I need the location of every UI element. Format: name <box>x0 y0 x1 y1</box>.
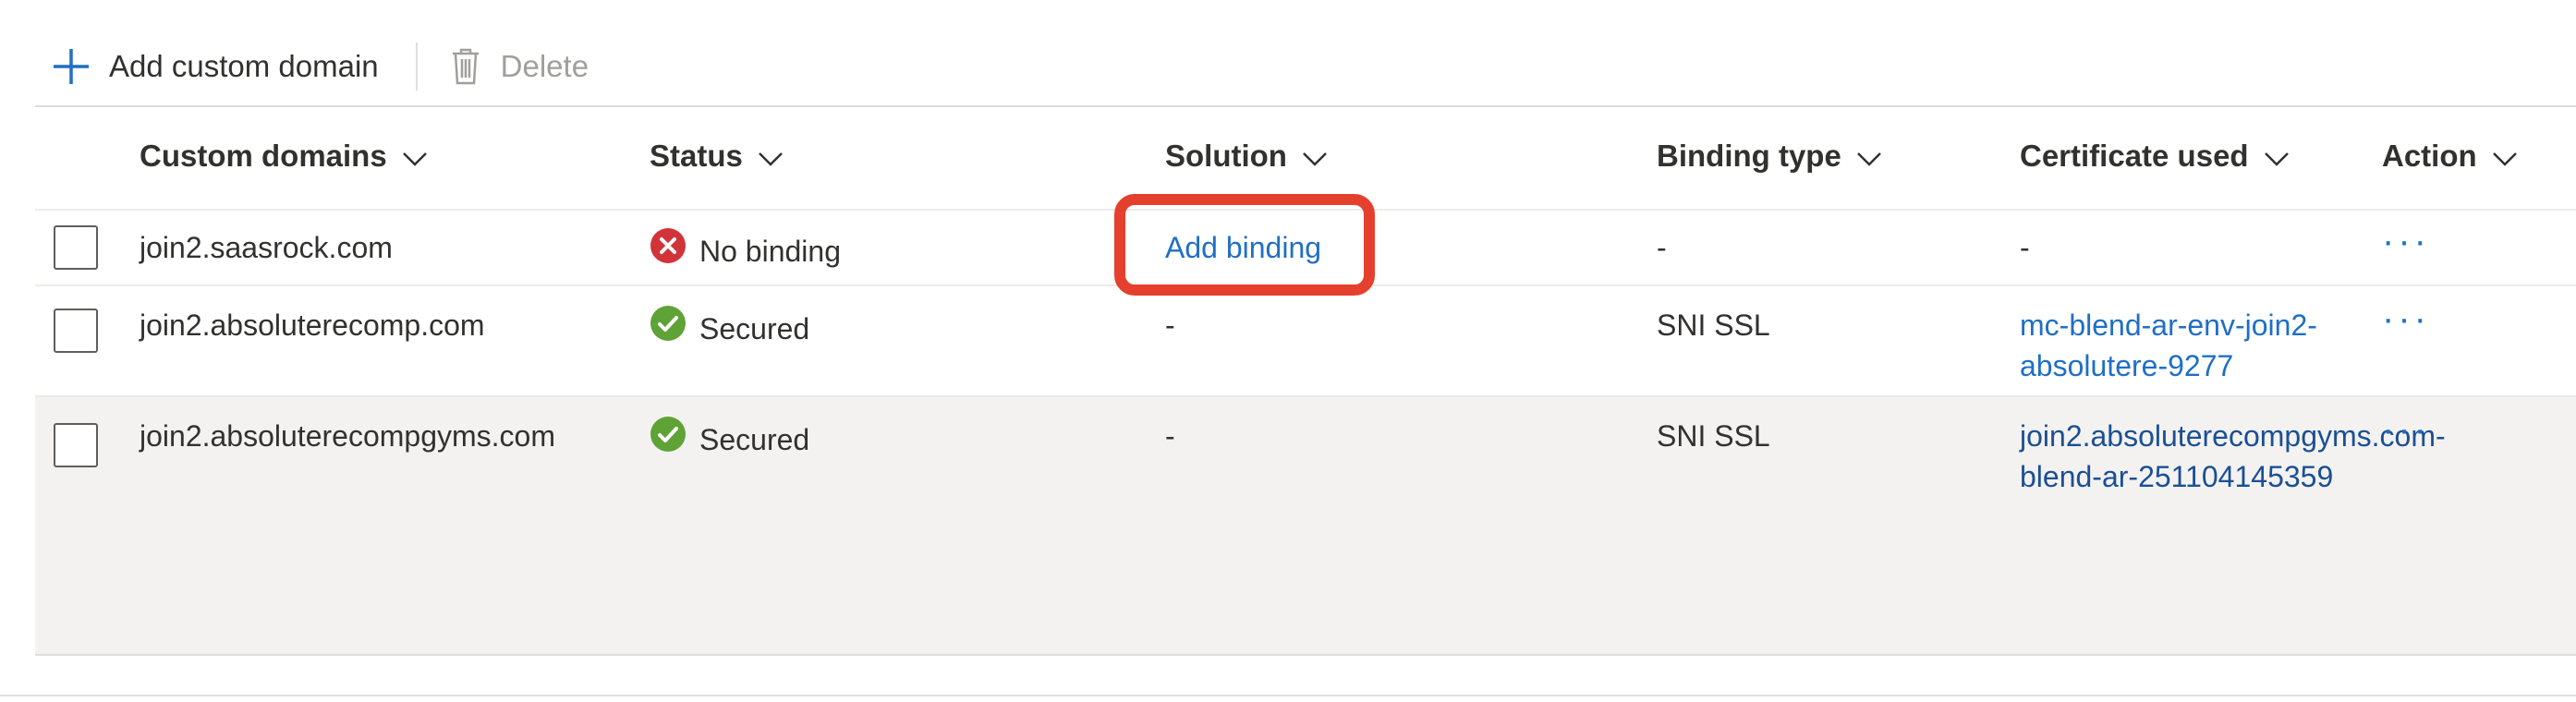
column-header-custom-domains[interactable]: Custom domains <box>140 139 428 174</box>
chevron-down-icon <box>1302 139 1328 174</box>
column-label: Solution <box>1165 139 1287 173</box>
chevron-down-icon <box>2264 139 2290 174</box>
plus-icon <box>52 47 91 86</box>
check-circle-icon <box>650 305 687 352</box>
column-label: Status <box>650 139 743 173</box>
column-header-status[interactable]: Status <box>650 139 784 174</box>
binding-type-cell: - <box>1657 231 1667 264</box>
column-label: Custom domains <box>140 139 387 173</box>
chevron-down-icon <box>1856 139 1882 174</box>
check-circle-icon <box>650 416 687 463</box>
chevron-down-icon <box>758 139 784 174</box>
status-cell: No binding <box>650 227 841 274</box>
domain-cell: join2.absoluterecomp.com <box>140 309 485 342</box>
domain-cell: join2.saasrock.com <box>140 231 393 264</box>
solution-cell: - <box>1165 419 1175 453</box>
column-label: Binding type <box>1657 139 1841 173</box>
command-bar: Add custom domain Delete <box>52 37 589 96</box>
column-header-action[interactable]: Action <box>2382 139 2518 174</box>
add-custom-domain-button[interactable]: Add custom domain <box>52 47 379 86</box>
domain-cell: join2.absoluterecompgyms.com <box>140 419 555 453</box>
table-header: Custom domains Status Solution Binding t… <box>35 107 2576 209</box>
add-custom-domain-label: Add custom domain <box>109 49 379 83</box>
status-text: No binding <box>699 234 841 268</box>
chevron-down-icon <box>2492 139 2518 174</box>
delete-button[interactable]: Delete <box>451 47 589 86</box>
column-header-solution[interactable]: Solution <box>1165 139 1328 174</box>
row-actions-button[interactable]: ··· <box>2382 411 2430 448</box>
binding-type-cell: SNI SSL <box>1657 419 1770 453</box>
row-checkbox[interactable] <box>54 309 98 353</box>
status-text: Secured <box>699 422 810 456</box>
certificate-cell: - <box>2020 231 2030 264</box>
table-row[interactable]: join2.saasrock.com No binding Add bindin… <box>35 209 2576 284</box>
certificate-link[interactable]: join2.absoluterecompgyms.com-blend-ar-25… <box>2020 416 2446 497</box>
delete-label: Delete <box>500 49 589 83</box>
row-actions-button[interactable]: ··· <box>2382 300 2430 337</box>
error-circle-icon <box>650 227 687 274</box>
certificate-link[interactable]: mc-blend-ar-env-join2-absolutere-9277 <box>2020 305 2334 386</box>
binding-type-cell: SNI SSL <box>1657 309 1770 342</box>
column-label: Action <box>2382 139 2477 173</box>
chevron-down-icon <box>402 139 428 174</box>
table-row[interactable]: join2.absoluterecompgyms.com Secured - S… <box>35 395 2576 656</box>
row-actions-button[interactable]: ··· <box>2382 223 2430 260</box>
row-checkbox[interactable] <box>54 423 98 467</box>
status-text: Secured <box>699 311 810 345</box>
solution-cell: - <box>1165 309 1175 342</box>
column-header-certificate-used[interactable]: Certificate used <box>2020 139 2334 174</box>
trash-icon <box>451 47 480 86</box>
column-header-binding-type[interactable]: Binding type <box>1657 139 1882 174</box>
status-cell: Secured <box>650 305 809 352</box>
bottom-divider <box>0 695 2576 696</box>
add-binding-link[interactable]: Add binding <box>1165 227 1321 268</box>
toolbar-divider <box>415 42 418 91</box>
status-cell: Secured <box>650 416 809 463</box>
table-row[interactable]: join2.absoluterecomp.com Secured - SNI S… <box>35 284 2576 395</box>
column-label: Certificate used <box>2020 139 2249 173</box>
row-checkbox[interactable] <box>54 225 98 270</box>
